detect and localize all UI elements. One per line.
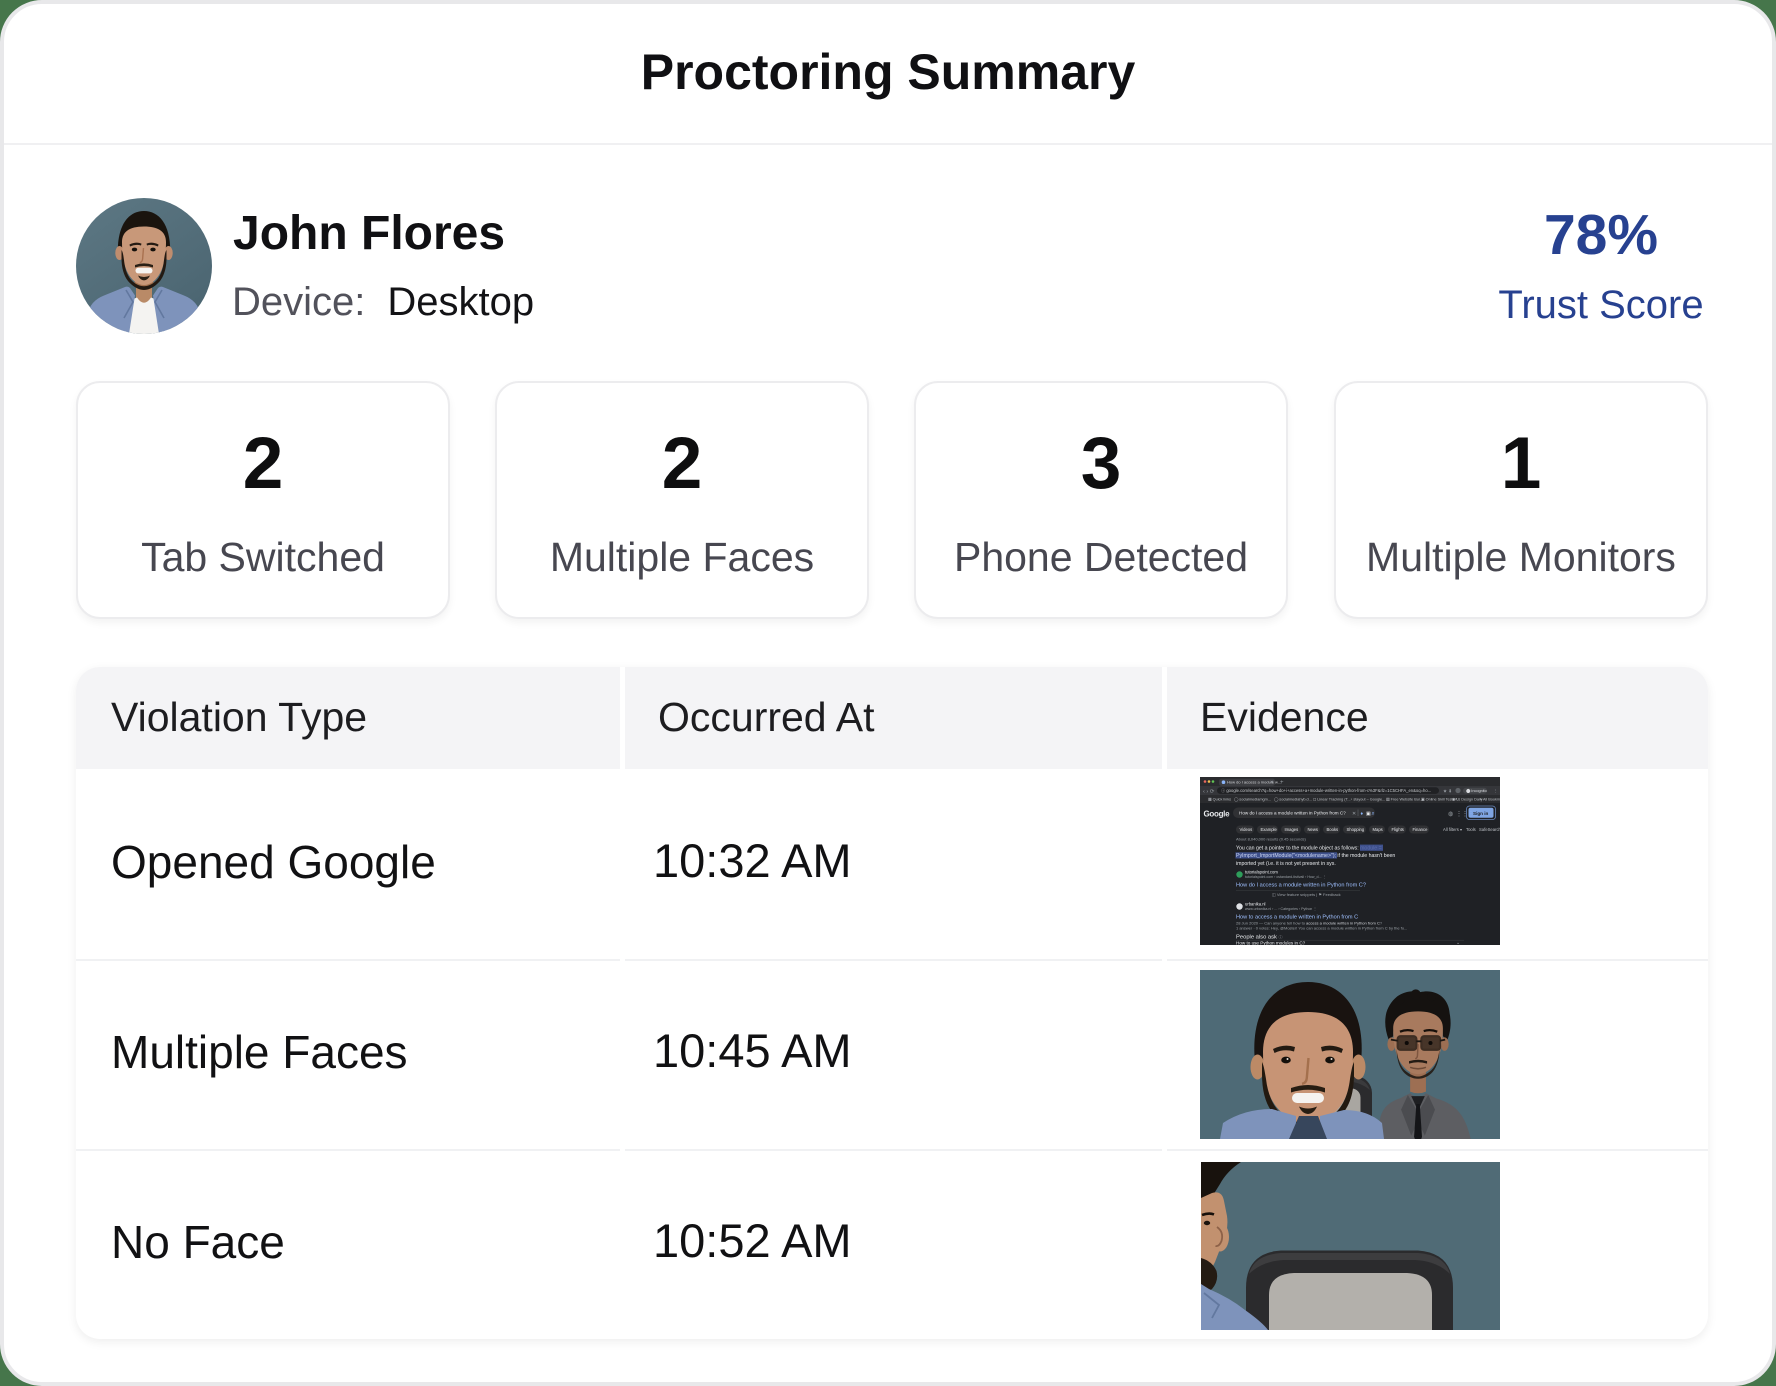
svg-text:1 answer · 0 votes: Hey, @Most: 1 answer · 0 votes: Hey, @Moster! You ca… (1236, 926, 1407, 931)
svg-text:You can get a pointer to the m: You can get a pointer to the module obje… (1236, 846, 1382, 852)
svg-text:▨ Free Website Bui...: ▨ Free Website Bui... (1386, 797, 1423, 801)
svg-text:All filters ▾: All filters ▾ (1443, 827, 1462, 832)
svg-text:About 8,040,000 results (0.45: About 8,040,000 results (0.45 seconds) (1236, 837, 1306, 842)
svg-text:✕: ✕ (1270, 780, 1274, 785)
svg-text:Google: Google (1204, 810, 1231, 819)
svg-text:◉ UI Design Daily: ◉ UI Design Daily (1452, 797, 1483, 801)
svg-text:www.urbanika.nl › ... › Catego: www.urbanika.nl › ... › Categories › Pyt… (1245, 907, 1317, 911)
svg-text:Finance: Finance (1413, 827, 1429, 832)
svg-text:◔ stayout – Google...: ◔ stayout – Google... (1350, 797, 1385, 801)
svg-text:Sign in: Sign in (1473, 811, 1489, 816)
svg-text:◯ socialmediahyb.d...: ◯ socialmediahyb.d... (1274, 796, 1312, 801)
svg-text:» All Bookmarks: » All Bookmarks (1480, 797, 1500, 801)
svg-text:urbanika.nl: urbanika.nl (1245, 902, 1266, 907)
svg-text:tutorialspoint.com: tutorialspoint.com (1245, 870, 1278, 875)
svg-text:Images: Images (1285, 827, 1299, 832)
svg-text:♦: ♦ (1361, 811, 1364, 817)
svg-text:Example: Example (1261, 827, 1278, 832)
svg-text:Maps: Maps (1373, 827, 1383, 832)
svg-text:⌕: ⌕ (1372, 811, 1375, 817)
svg-text:How to use Python modules in C: How to use Python modules in C? (1236, 940, 1306, 945)
svg-text:⌄: ⌄ (1456, 940, 1460, 945)
svg-text:Tools: Tools (1466, 827, 1476, 832)
svg-text:Shopping: Shopping (1347, 827, 1365, 832)
svg-text:Flights: Flights (1392, 827, 1404, 832)
svg-text:▣: ▣ (1366, 811, 1371, 817)
svg-text:Videos: Videos (1240, 827, 1253, 832)
svg-text:⋮: ⋮ (1493, 789, 1498, 794)
svg-text:‹ › ⟳: ‹ › ⟳ (1203, 789, 1215, 795)
svg-text:◫ View feature snippets |: ◫ View feature snippets | ⚑ Feedback (1272, 892, 1341, 897)
svg-text:◍: ◍ (1448, 812, 1453, 818)
svg-text:◯ socialmediamgm...: ◯ socialmediamgm... (1234, 796, 1271, 801)
svg-text:▦ Quick links: ▦ Quick links (1208, 797, 1231, 801)
svg-text:How do I access a module writt: How do I access a module written in Pyth… (1236, 883, 1366, 889)
svg-text:tutorialspoint.com › cstandard: tutorialspoint.com › cstandard-tistivali… (1245, 875, 1326, 879)
svg-text:✕: ✕ (1352, 811, 1356, 817)
svg-text:News: News (1308, 827, 1318, 832)
svg-text:How do I access a module writt: How do I access a module written in Pyth… (1239, 811, 1346, 816)
svg-text:ⓘ google.com/search?q=how+do+: ⓘ google.com/search?q=how+do+i+access+a+… (1221, 787, 1431, 794)
svg-text:+: + (1280, 780, 1284, 786)
svg-text:imported yet (i.e. it is not y: imported yet (i.e. it is not yet present… (1236, 861, 1336, 867)
svg-text:◻ Linear Tracking (T...: ◻ Linear Tracking (T... (1313, 797, 1351, 801)
svg-text:SafeSearch ▾: SafeSearch ▾ (1479, 827, 1500, 832)
svg-text:⬤ Incognito: ⬤ Incognito (1466, 788, 1487, 793)
svg-text:Books: Books (1327, 827, 1339, 832)
svg-text:★ ⬇: ★ ⬇ (1443, 789, 1452, 794)
svg-text:PyImport_ImportModule("<module: PyImport_ImportModule("<modulename>"); i… (1236, 853, 1395, 859)
